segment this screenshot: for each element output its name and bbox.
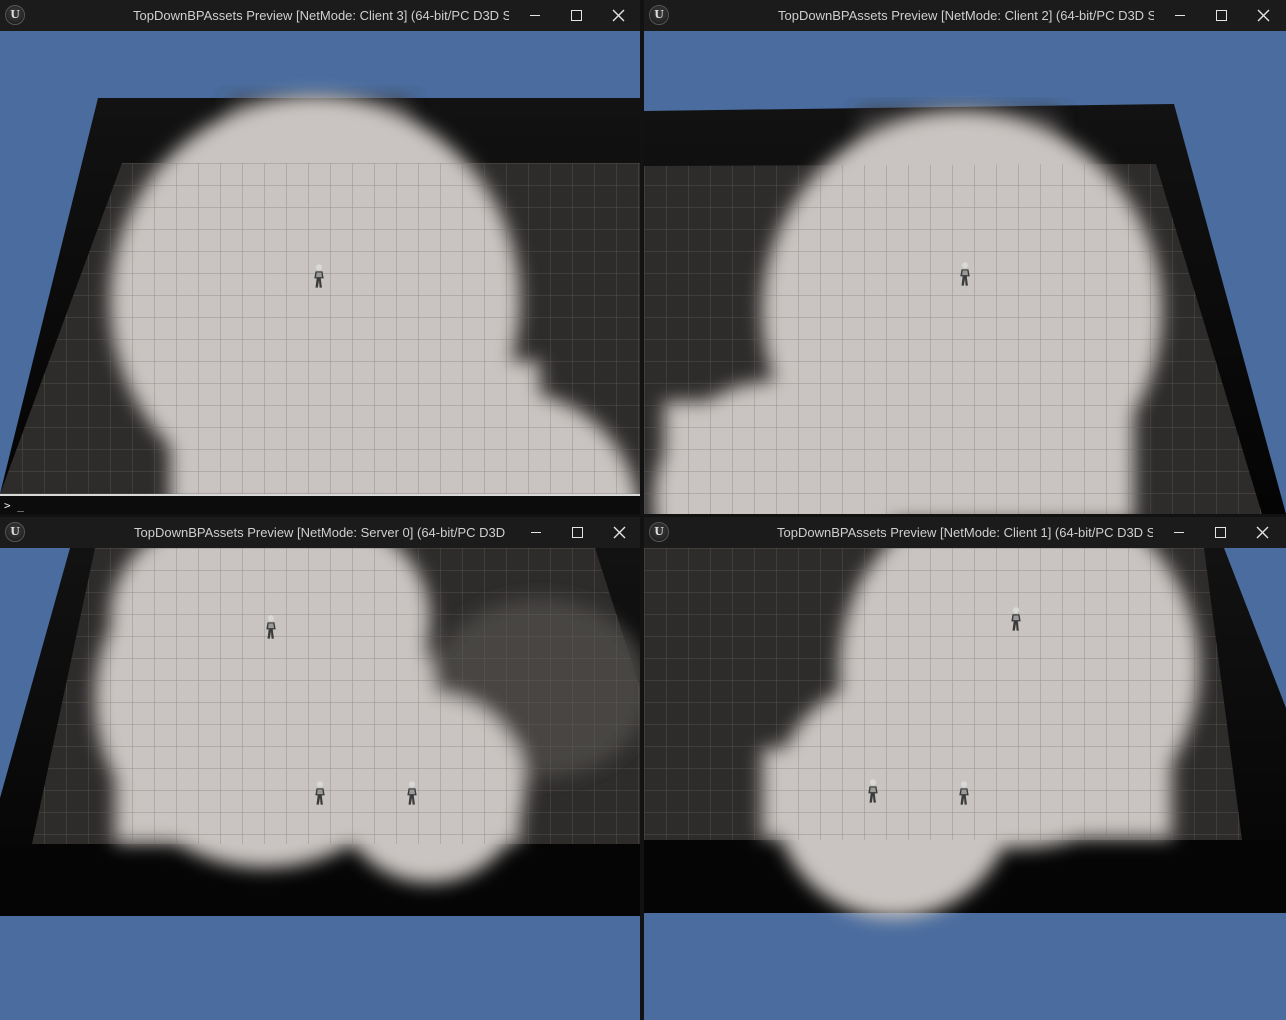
preview-window-client-2[interactable]: U TopDownBPAssets Preview [NetMode: Clie… xyxy=(644,0,1286,514)
minimize-button[interactable] xyxy=(516,517,556,548)
title-bar[interactable]: U TopDownBPAssets Preview [NetMode: Serv… xyxy=(0,517,640,548)
game-viewport[interactable] xyxy=(0,31,640,494)
level-scene xyxy=(0,96,640,494)
unreal-engine-logo-icon[interactable]: U xyxy=(5,522,25,542)
window-title: TopDownBPAssets Preview [NetMode: Client… xyxy=(133,8,509,23)
window-title: TopDownBPAssets Preview [NetMode: Client… xyxy=(777,525,1153,540)
preview-window-client-3[interactable]: U TopDownBPAssets Preview [NetMode: Clie… xyxy=(0,0,640,514)
window-divider-horizontal xyxy=(0,514,1286,517)
close-button[interactable] xyxy=(598,0,638,31)
minimize-button[interactable] xyxy=(1160,0,1200,31)
preview-window-client-1[interactable]: U TopDownBPAssets Preview [NetMode: Clie… xyxy=(644,517,1286,1020)
level-scene xyxy=(644,104,1286,514)
maximize-icon xyxy=(1215,10,1227,21)
title-bar[interactable]: U TopDownBPAssets Preview [NetMode: Clie… xyxy=(644,517,1286,548)
maximize-button[interactable] xyxy=(1200,517,1240,548)
close-icon xyxy=(612,9,624,22)
game-viewport[interactable] xyxy=(0,548,640,1020)
minimize-icon xyxy=(530,15,540,16)
close-button[interactable] xyxy=(1242,517,1282,548)
minimize-icon xyxy=(1175,15,1185,16)
close-button[interactable] xyxy=(1243,0,1283,31)
maximize-icon xyxy=(570,10,582,21)
close-icon xyxy=(1256,526,1268,539)
minimize-icon xyxy=(1174,532,1184,533)
unreal-engine-logo-icon[interactable]: U xyxy=(649,522,669,542)
maximize-button[interactable] xyxy=(1201,0,1241,31)
window-title: TopDownBPAssets Preview [NetMode: Server… xyxy=(134,525,506,540)
unreal-engine-logo-icon[interactable]: U xyxy=(649,5,669,25)
close-button[interactable] xyxy=(599,517,639,548)
level-scene xyxy=(0,548,640,916)
game-viewport[interactable] xyxy=(644,548,1286,1020)
preview-window-server-0[interactable]: U TopDownBPAssets Preview [NetMode: Serv… xyxy=(0,517,640,1020)
minimize-button[interactable] xyxy=(1159,517,1199,548)
window-title: TopDownBPAssets Preview [NetMode: Client… xyxy=(778,8,1154,23)
close-icon xyxy=(1257,9,1269,22)
maximize-icon xyxy=(571,527,583,538)
minimize-icon xyxy=(531,532,541,533)
minimize-button[interactable] xyxy=(515,0,555,31)
maximize-icon xyxy=(1214,527,1226,538)
level-scene xyxy=(644,548,1286,918)
maximize-button[interactable] xyxy=(557,517,597,548)
window-divider-vertical xyxy=(640,0,644,1020)
maximize-button[interactable] xyxy=(556,0,596,31)
close-icon xyxy=(613,526,625,539)
title-bar[interactable]: U TopDownBPAssets Preview [NetMode: Clie… xyxy=(0,0,640,31)
title-bar[interactable]: U TopDownBPAssets Preview [NetMode: Clie… xyxy=(644,0,1286,31)
console-input[interactable]: > _ xyxy=(0,494,640,514)
unreal-engine-logo-icon[interactable]: U xyxy=(5,5,25,25)
game-viewport[interactable] xyxy=(644,31,1286,514)
